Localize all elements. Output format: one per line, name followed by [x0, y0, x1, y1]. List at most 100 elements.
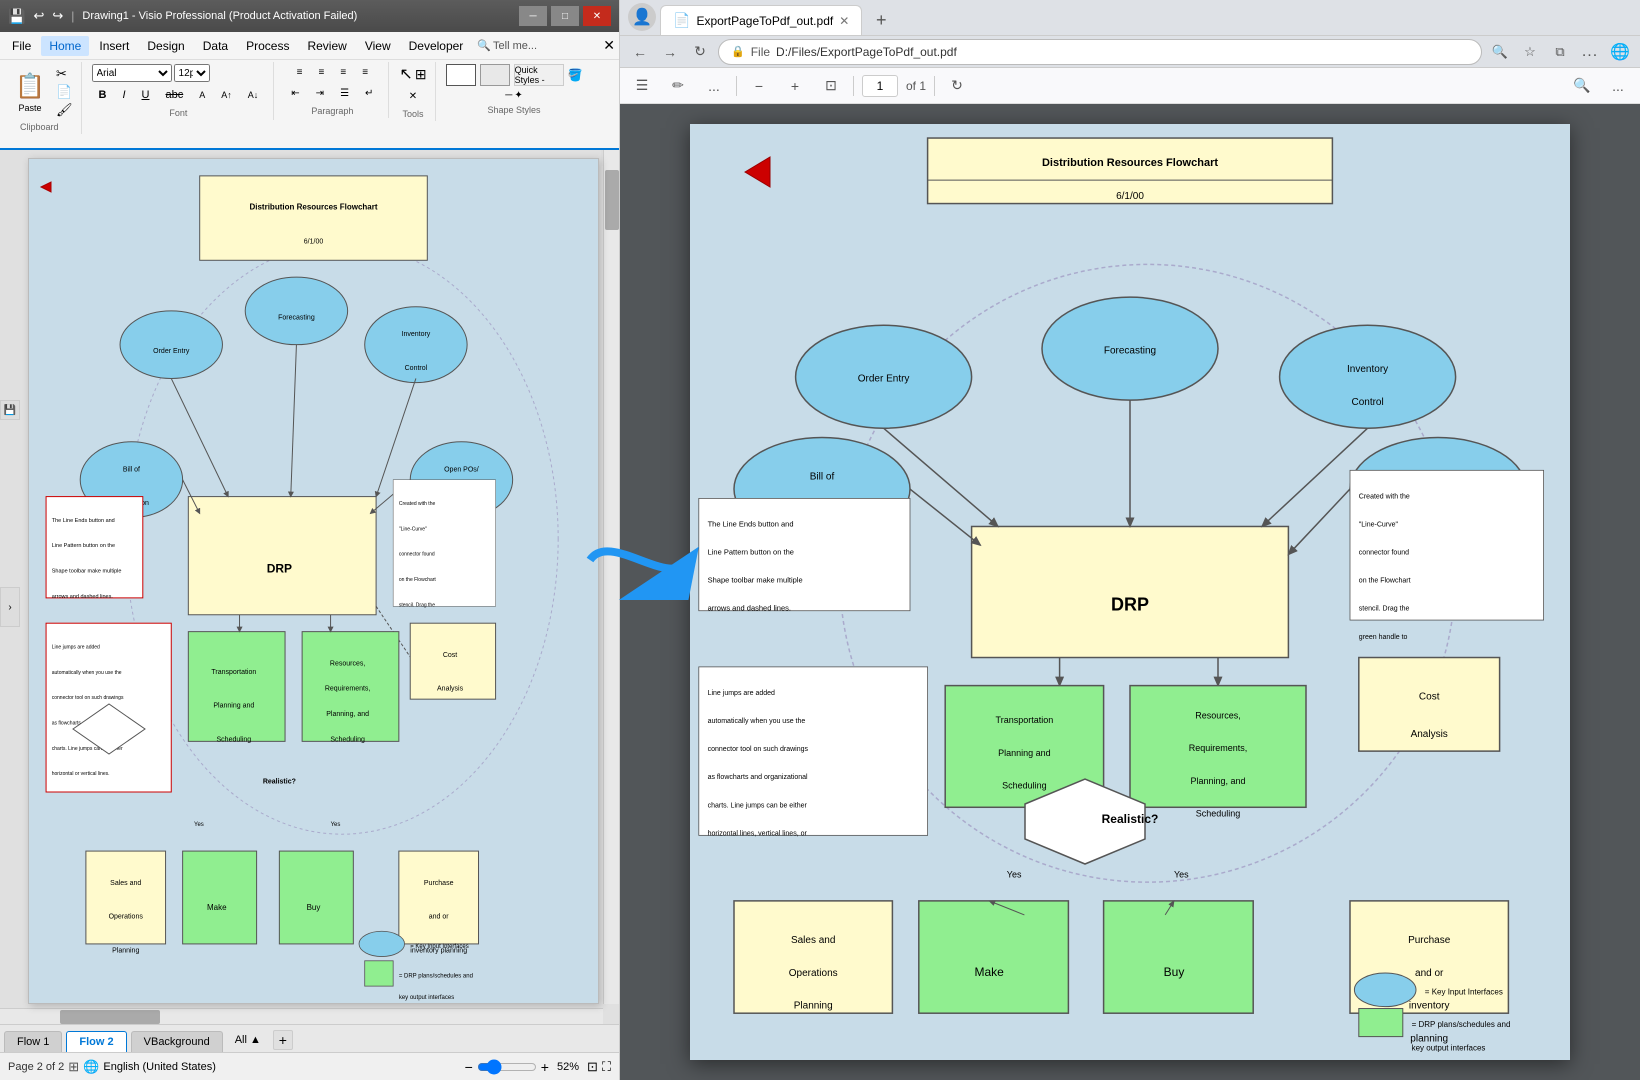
shape-fill-icon[interactable]: 🪣 [568, 68, 583, 82]
tell-me[interactable]: 🔍 Tell me... [477, 39, 537, 52]
search-btn[interactable]: 🔍 [1568, 72, 1596, 100]
save-side-icon[interactable]: 💾 [0, 400, 20, 420]
menu-design[interactable]: Design [139, 36, 192, 56]
rotate-btn[interactable]: ↻ [943, 72, 971, 100]
bold-btn[interactable]: B [92, 86, 114, 104]
tab-all[interactable]: All ▲ [227, 1030, 269, 1050]
new-tab-btn[interactable]: + [866, 5, 896, 35]
list-btn[interactable]: ☰ [333, 85, 356, 102]
zoom-icon[interactable]: 🔍 [1488, 40, 1512, 64]
edge-icon[interactable]: 🌐 [1608, 40, 1632, 64]
tab-close-btn[interactable]: ✕ [839, 14, 849, 28]
quick-styles-btn[interactable]: Quick Styles - [514, 64, 564, 86]
ribbon-close-icon[interactable]: ✕ [603, 37, 615, 54]
more-options-btn[interactable]: ... [1604, 72, 1632, 100]
grow-font-btn[interactable]: A↑ [214, 87, 239, 103]
svg-text:Inventory: Inventory [1347, 364, 1388, 375]
minimize-btn[interactable]: ─ [519, 6, 547, 26]
zoom-slider[interactable] [477, 1059, 537, 1075]
full-screen-btn[interactable]: ⛶ [602, 1059, 611, 1075]
zoom-in-btn[interactable]: + [781, 72, 809, 100]
tab-flow1[interactable]: Flow 1 [4, 1031, 62, 1052]
visio-drawing-page[interactable]: Distribution Resources Flowchart 6/1/00 … [28, 158, 599, 1004]
pdf-more-tools[interactable]: ... [700, 72, 728, 100]
underline-btn[interactable]: U [135, 86, 157, 104]
cut-icon[interactable]: ✂ [56, 66, 73, 82]
maximize-btn[interactable]: □ [551, 6, 579, 26]
menu-review[interactable]: Review [299, 36, 354, 56]
pdf-content[interactable]: Distribution Resources Flowchart 6/1/00 … [620, 104, 1640, 1080]
del-btn[interactable]: ✕ [402, 88, 424, 105]
redo-icon[interactable]: ↪ [52, 8, 63, 24]
add-tab-btn[interactable]: + [273, 1030, 293, 1050]
refresh-btn[interactable]: ↻ [688, 40, 712, 64]
align-justify-btn[interactable]: ≡ [355, 64, 375, 81]
browser-more-btn[interactable]: ... [1578, 40, 1602, 64]
align-center-btn[interactable]: ≡ [312, 64, 332, 81]
pointer-icon[interactable]: ↖ [399, 64, 412, 84]
bookmark-icon[interactable]: ☆ [1518, 40, 1542, 64]
menu-process[interactable]: Process [238, 36, 297, 56]
back-btn[interactable]: ← [628, 40, 652, 64]
format-painter-icon[interactable]: 🖌 [56, 102, 73, 118]
font-family-select[interactable]: Arial [92, 64, 172, 82]
pdf-draw-btn[interactable]: ✏ [664, 72, 692, 100]
page-number-input[interactable] [862, 75, 898, 97]
menu-data[interactable]: Data [195, 36, 236, 56]
svg-text:= DRP plans/schedules and: = DRP plans/schedules and [1412, 1020, 1511, 1029]
address-bar[interactable]: 🔒 File D:/Files/ExportPageToPdf_out.pdf [718, 39, 1482, 65]
browser-profile-btn[interactable]: 👤 [628, 3, 656, 31]
sidebar-toggle[interactable]: › [0, 587, 20, 627]
split-view-icon[interactable]: ⧉ [1548, 40, 1572, 64]
undo-icon[interactable]: ↩ [33, 8, 44, 24]
italic-btn[interactable]: I [115, 86, 132, 104]
connector-icon[interactable]: ⊞ [415, 66, 427, 83]
horizontal-scrollbar[interactable] [0, 1008, 603, 1024]
page-info: Page 2 of 2 [8, 1061, 64, 1073]
zoom-in-btn[interactable]: + [541, 1059, 549, 1075]
fit-page-btn[interactable]: ⊡ [587, 1059, 598, 1075]
tab-vbackground[interactable]: VBackground [131, 1031, 223, 1052]
svg-text:Analysis: Analysis [437, 686, 464, 693]
shape-style-2[interactable] [480, 64, 510, 86]
effects-icon[interactable]: ✦ [514, 90, 522, 101]
svg-text:Make: Make [207, 903, 227, 912]
svg-text:Scheduling: Scheduling [1196, 809, 1241, 819]
copy-icon[interactable]: 📄 [56, 84, 73, 100]
svg-text:"Line-Curve": "Line-Curve" [1359, 521, 1399, 528]
visio-save-icon[interactable]: 💾 [8, 8, 25, 25]
menu-home[interactable]: Home [41, 36, 89, 56]
svg-text:Planning and: Planning and [998, 748, 1051, 758]
line-style-icon[interactable]: ─ [505, 90, 512, 101]
menu-insert[interactable]: Insert [91, 36, 137, 56]
menu-view[interactable]: View [357, 36, 399, 56]
pdf-sidebar-toggle[interactable]: ☰ [628, 72, 656, 100]
font-color-btn[interactable]: A [192, 87, 212, 103]
zoom-out-btn[interactable]: − [745, 72, 773, 100]
diagram-svg: Distribution Resources Flowchart 6/1/00 … [29, 159, 598, 1003]
font-size-select[interactable]: 12pt. [174, 64, 210, 82]
tab-flow2[interactable]: Flow 2 [66, 1031, 126, 1052]
svg-text:Created with the: Created with the [1359, 493, 1410, 500]
indent-less-btn[interactable]: ⇤ [284, 85, 306, 102]
fit-page-btn[interactable]: ⊡ [817, 72, 845, 100]
svg-text:Scheduling: Scheduling [1002, 781, 1047, 791]
menu-developer[interactable]: Developer [401, 36, 472, 56]
rtl-btn[interactable]: ↵ [358, 85, 380, 102]
menu-file[interactable]: File [4, 36, 39, 56]
paste-button[interactable]: 📋 Paste [6, 64, 54, 120]
close-btn[interactable]: ✕ [583, 6, 611, 26]
svg-text:= DRP plans/schedules and: = DRP plans/schedules and [399, 974, 473, 980]
indent-more-btn[interactable]: ⇥ [309, 85, 331, 102]
vertical-scrollbar[interactable] [603, 150, 619, 1004]
svg-text:Cost: Cost [443, 652, 457, 659]
shape-style-1[interactable] [446, 64, 476, 86]
align-left-btn[interactable]: ≡ [290, 64, 310, 81]
zoom-out-btn[interactable]: − [465, 1059, 473, 1075]
strikethrough-btn[interactable]: abc [158, 86, 190, 104]
browser-tab-pdf[interactable]: 📄 ExportPageToPdf_out.pdf ✕ [660, 5, 862, 35]
forward-btn[interactable]: → [658, 40, 682, 64]
page-layout-icon[interactable]: ⊞ [68, 1059, 79, 1075]
align-right-btn[interactable]: ≡ [333, 64, 353, 81]
shrink-font-btn[interactable]: A↓ [241, 87, 266, 103]
